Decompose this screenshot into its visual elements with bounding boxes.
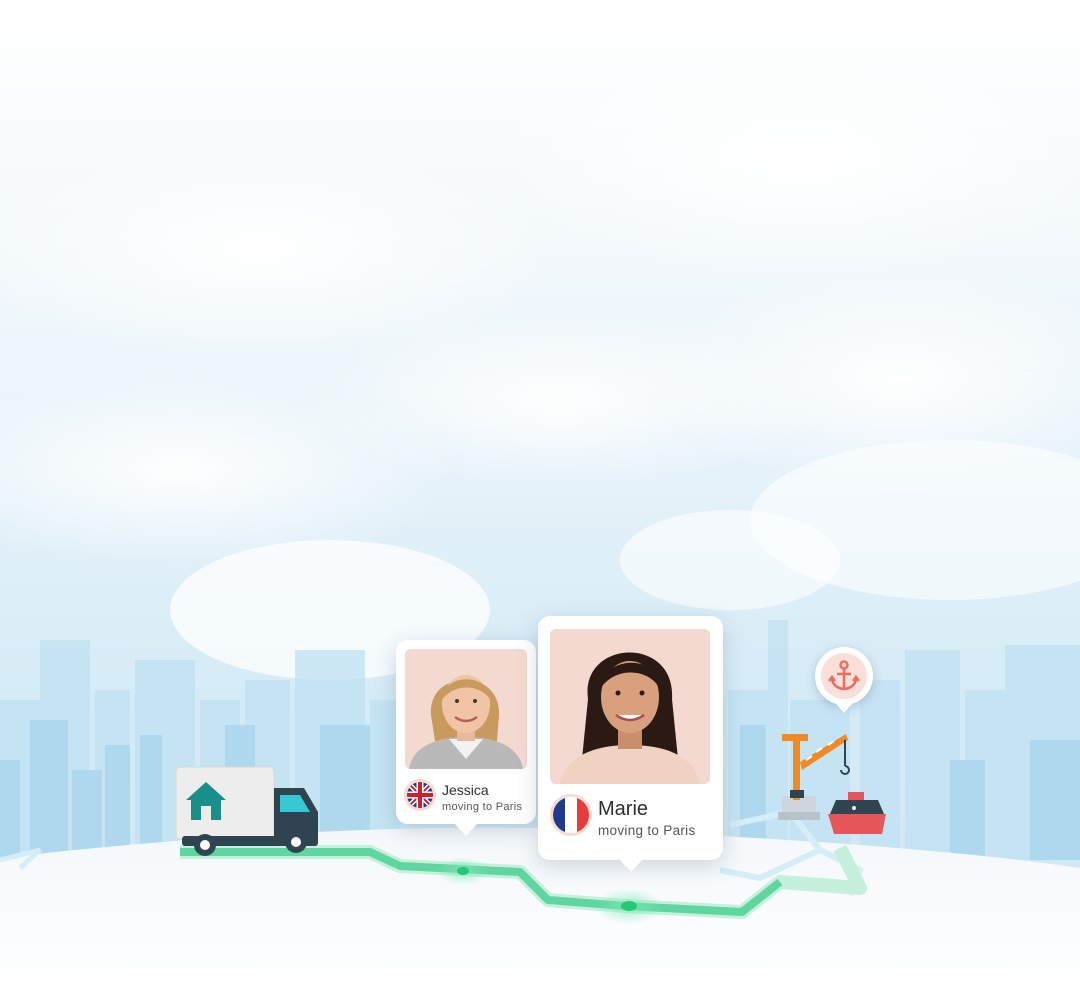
person-subtitle: moving to Paris <box>598 823 696 838</box>
port-marker <box>815 647 873 713</box>
marie-photo <box>550 629 710 784</box>
route-stop-marie <box>595 888 663 924</box>
person-name: Jessica <box>442 782 489 798</box>
route-stop-jessica <box>437 857 489 885</box>
anchor-icon <box>828 660 860 691</box>
person-name: Marie <box>598 798 649 820</box>
profile-card-jessica[interactable]: Jessica moving to Paris <box>396 640 536 836</box>
person-subtitle: moving to Paris <box>442 801 523 813</box>
france-flag-icon <box>550 794 592 836</box>
profile-card-marie[interactable]: Marie moving to Paris <box>538 616 723 872</box>
moving-illustration: Jessica moving to Paris Marie moving to … <box>0 0 1080 1000</box>
jessica-photo <box>405 649 527 769</box>
uk-flag-icon <box>404 779 436 811</box>
